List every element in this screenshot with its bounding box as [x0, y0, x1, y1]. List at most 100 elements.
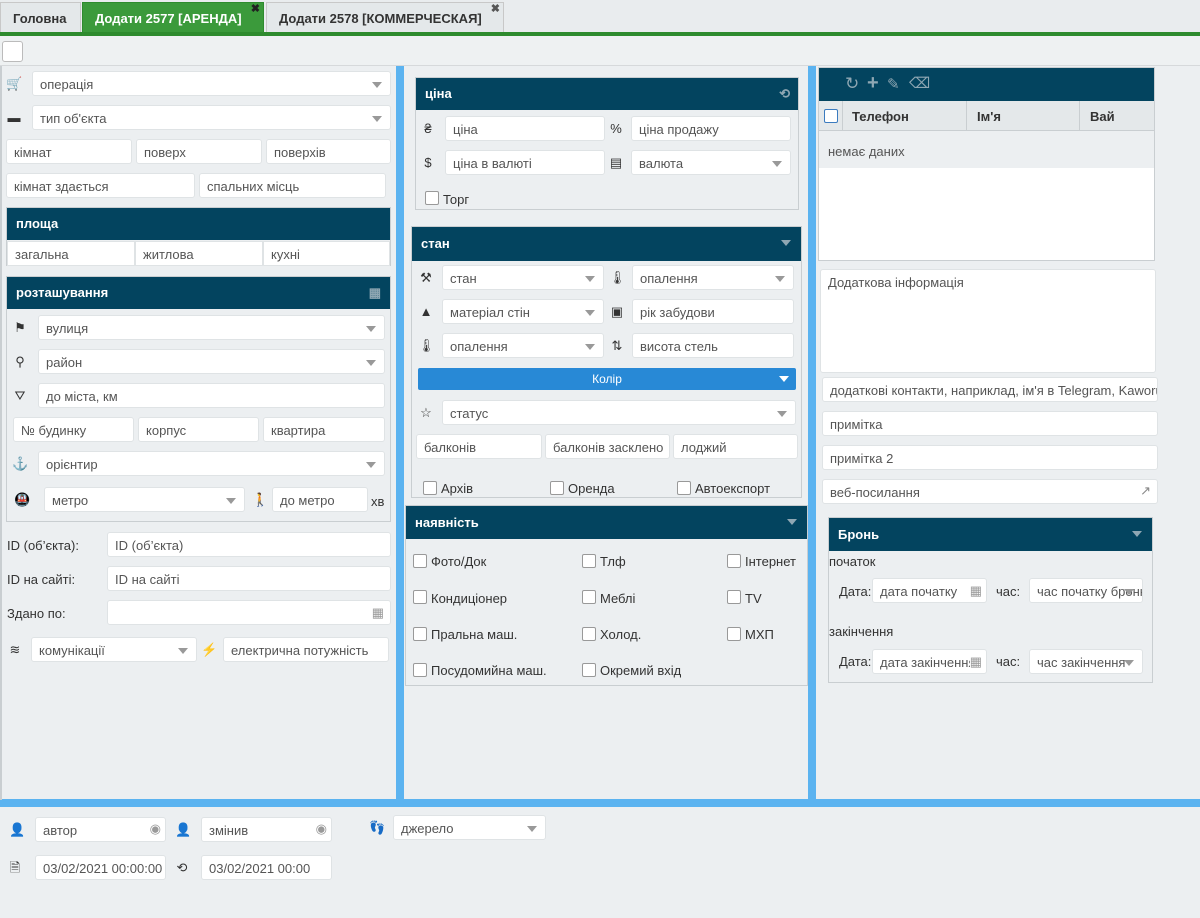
- ceiling-height-input[interactable]: висота стель: [632, 333, 794, 358]
- end-date-input[interactable]: дата закінчення ▦: [872, 649, 987, 674]
- to-metro-input[interactable]: до метро: [272, 487, 368, 512]
- start-time-select[interactable]: час початку бронювання: [1029, 578, 1143, 603]
- name-column-header[interactable]: Ім'я: [977, 109, 1001, 124]
- metro-select[interactable]: метро: [44, 487, 245, 512]
- street-select[interactable]: вулиця: [38, 315, 385, 340]
- fridge-checkbox[interactable]: [582, 627, 596, 641]
- balconies-glazed-input[interactable]: балконів засклено: [545, 434, 670, 459]
- end-time-select[interactable]: час закінчення: [1029, 649, 1143, 674]
- tab-home[interactable]: Головна: [0, 2, 81, 32]
- district-select[interactable]: район: [38, 349, 385, 374]
- column-divider[interactable]: [808, 66, 816, 800]
- communications-select[interactable]: комунікації: [31, 637, 197, 662]
- rooms-input[interactable]: кімнат: [6, 139, 132, 164]
- heating-select[interactable]: опалення: [632, 265, 794, 290]
- price-currency-input[interactable]: ціна в валюті: [445, 150, 605, 175]
- photo-doc-checkbox[interactable]: [413, 554, 427, 568]
- viber-column-header[interactable]: Вай: [1090, 109, 1115, 124]
- floors-input[interactable]: поверхів: [266, 139, 391, 164]
- created-date-input[interactable]: 03/02/2021 00:00:00: [35, 855, 166, 880]
- field-text: час початку бронювання: [1037, 584, 1142, 599]
- collapse-icon[interactable]: [787, 519, 797, 525]
- close-icon[interactable]: ✖: [251, 3, 260, 15]
- phone-column-header[interactable]: Телефон: [852, 109, 909, 124]
- autoexport-checkbox[interactable]: [677, 481, 691, 495]
- start-date-input[interactable]: дата початку ▦: [872, 578, 987, 603]
- field-text: 03/02/2021 00:00:00: [43, 861, 163, 876]
- distance-to-city-input[interactable]: до міста, км: [38, 383, 385, 408]
- row-divider[interactable]: [0, 799, 1200, 807]
- status-select[interactable]: статус: [442, 400, 796, 425]
- panel-title: наявність: [415, 515, 479, 530]
- heating-select-2[interactable]: опалення: [442, 333, 604, 358]
- external-link-icon[interactable]: ↗: [1140, 483, 1151, 499]
- close-icon[interactable]: ✖: [491, 3, 500, 15]
- add-icon[interactable]: +: [867, 72, 879, 95]
- bargain-checkbox[interactable]: [425, 191, 439, 205]
- modified-date-input[interactable]: 03/02/2021 00:00: [201, 855, 332, 880]
- calendar-icon[interactable]: ▦: [969, 583, 982, 599]
- author-input[interactable]: автор ◉: [35, 817, 166, 842]
- floor-input[interactable]: поверх: [136, 139, 262, 164]
- extra-contacts-input[interactable]: додаткові контакти, наприклад, ім'я в Te…: [822, 377, 1158, 402]
- color-button[interactable]: Колір: [418, 368, 796, 390]
- sale-price-input[interactable]: ціна продажу: [631, 116, 791, 141]
- electric-power-input[interactable]: електрична потужність: [223, 637, 389, 662]
- rented-until-input[interactable]: ▦: [107, 600, 391, 625]
- internet-checkbox[interactable]: [727, 554, 741, 568]
- field-text: загальна: [15, 247, 69, 262]
- refresh-icon[interactable]: ↻: [845, 74, 859, 94]
- object-id-input[interactable]: ID (об’єкта): [107, 532, 391, 557]
- area-living-input[interactable]: житлова: [135, 241, 263, 266]
- note2-input[interactable]: примітка 2: [822, 445, 1158, 470]
- apartment-input[interactable]: квартира: [263, 417, 385, 442]
- separate-entrance-checkbox[interactable]: [582, 663, 596, 677]
- changed-by-input[interactable]: змінив ◉: [201, 817, 332, 842]
- additional-info-textarea[interactable]: Додаткова інформація: [820, 269, 1156, 373]
- state-select[interactable]: стан: [442, 265, 604, 290]
- phone-checkbox[interactable]: [582, 554, 596, 568]
- sleeping-places-input[interactable]: спальних місць: [199, 173, 386, 198]
- tv-checkbox[interactable]: [727, 590, 741, 604]
- select-all-checkbox[interactable]: [824, 109, 838, 123]
- area-kitchen-input[interactable]: кухні: [263, 241, 390, 266]
- balconies-input[interactable]: балконів: [416, 434, 542, 459]
- collapse-icon[interactable]: [1132, 531, 1142, 537]
- site-id-input[interactable]: ID на сайті: [107, 566, 391, 591]
- rent-checkbox[interactable]: [550, 481, 564, 495]
- web-link-input[interactable]: веб-посилання ↗: [822, 479, 1158, 504]
- mkhp-checkbox[interactable]: [727, 627, 741, 641]
- toolbar-button[interactable]: [2, 41, 23, 62]
- currency-select[interactable]: валюта: [631, 150, 791, 175]
- dishwasher-checkbox[interactable]: [413, 663, 427, 677]
- note-input[interactable]: примітка: [822, 411, 1158, 436]
- landmark-select[interactable]: орієнтир: [38, 451, 385, 476]
- washer-checkbox[interactable]: [413, 627, 427, 641]
- calendar-icon[interactable]: ▦: [969, 654, 982, 670]
- tab-add-2578[interactable]: Додати 2578 [КОММЕРЧЕСКАЯ] ✖: [266, 2, 504, 32]
- object-type-select[interactable]: тип об'єкта: [32, 105, 391, 130]
- column-divider[interactable]: [396, 66, 404, 800]
- loggias-input[interactable]: лоджий: [673, 434, 798, 459]
- build-year-input[interactable]: рік забудови: [632, 299, 794, 324]
- field-text: ціна продажу: [639, 122, 719, 137]
- rooms-rent-input[interactable]: кімнат здається: [6, 173, 195, 198]
- edit-icon[interactable]: ✎: [887, 75, 900, 93]
- collapse-icon[interactable]: [781, 240, 791, 246]
- price-input[interactable]: ціна: [445, 116, 605, 141]
- archive-checkbox[interactable]: [423, 481, 437, 495]
- building-input[interactable]: корпус: [138, 417, 259, 442]
- operation-select[interactable]: операція: [32, 71, 391, 96]
- aircon-checkbox[interactable]: [413, 590, 427, 604]
- tab-add-2577[interactable]: Додати 2577 [АРЕНДА] ✖: [82, 2, 264, 32]
- calendar-icon[interactable]: ▦: [372, 605, 384, 621]
- history-icon[interactable]: ⟲: [779, 78, 790, 110]
- map-icon[interactable]: ▦: [369, 277, 381, 309]
- site-id-label: ID на сайті:: [7, 572, 76, 587]
- source-select[interactable]: джерело: [393, 815, 546, 840]
- furniture-checkbox[interactable]: [582, 590, 596, 604]
- area-total-input[interactable]: загальна: [7, 241, 135, 266]
- eraser-icon[interactable]: ⌫: [909, 74, 930, 92]
- wall-material-select[interactable]: матеріал стін: [442, 299, 604, 324]
- house-number-input[interactable]: № будинку: [13, 417, 134, 442]
